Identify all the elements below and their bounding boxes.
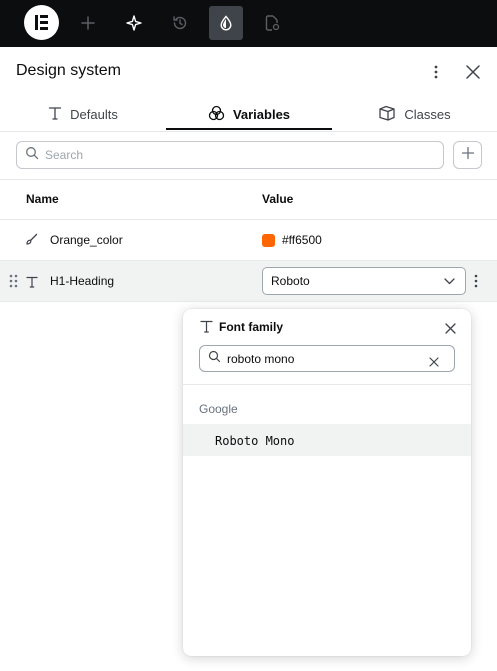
page-settings-icon[interactable] [255, 6, 289, 40]
elementor-logo-icon[interactable] [24, 5, 59, 40]
tab-label: Classes [404, 107, 451, 122]
search-icon [208, 350, 221, 368]
table-header: Name Value [0, 179, 497, 220]
table-row[interactable]: H1-Heading Roboto [0, 261, 497, 302]
chevron-down-icon [444, 272, 455, 290]
column-header-name: Name [26, 192, 59, 206]
brush-icon [25, 233, 38, 251]
font-option-label: Roboto Mono [215, 434, 295, 448]
table-row[interactable]: Orange_color #ff6500 [0, 220, 497, 261]
row-more-options-icon[interactable] [474, 274, 478, 293]
classes-cube-icon [378, 105, 396, 124]
variable-name: Orange_color [50, 233, 123, 247]
font-group-label: Google [199, 402, 238, 416]
tab-label: Defaults [70, 107, 118, 122]
panel-title: Design system [16, 62, 121, 79]
close-icon[interactable] [461, 60, 485, 84]
search-icon [25, 146, 39, 165]
ai-sparkle-icon[interactable] [117, 6, 151, 40]
font-family-popover: Font family roboto mono Google Roboto Mo… [183, 309, 471, 656]
typography-icon [48, 106, 62, 123]
clear-search-icon[interactable] [429, 354, 439, 372]
typography-icon [26, 275, 38, 293]
top-toolbar [0, 0, 497, 47]
column-header-value: Value [262, 192, 294, 206]
variable-name: H1-Heading [50, 274, 115, 288]
drag-handle-icon[interactable] [9, 274, 18, 293]
search-input[interactable]: Search [16, 141, 444, 169]
font-option-roboto-mono[interactable]: Roboto Mono [183, 424, 471, 456]
font-family-select-value: Roboto [271, 274, 310, 288]
tab-variables[interactable]: Variables [166, 98, 332, 131]
popover-title: Font family [219, 320, 284, 334]
typography-icon [200, 320, 213, 338]
history-icon[interactable] [163, 6, 197, 40]
divider [183, 384, 471, 385]
tab-classes[interactable]: Classes [332, 98, 497, 131]
color-swatch[interactable] [262, 234, 275, 247]
active-tab-indicator [166, 128, 332, 130]
tab-defaults[interactable]: Defaults [0, 98, 166, 131]
font-search-input[interactable]: roboto mono [199, 345, 455, 372]
add-variable-button[interactable] [453, 141, 482, 169]
more-options-icon[interactable] [424, 60, 448, 84]
tab-bar: Defaults Variables Classes [0, 98, 497, 132]
add-icon[interactable] [71, 6, 105, 40]
add-icon [461, 146, 475, 165]
variables-circles-icon [208, 105, 225, 124]
font-family-select[interactable]: Roboto [262, 267, 466, 295]
font-search-value: roboto mono [227, 351, 295, 366]
tab-label: Variables [232, 107, 291, 122]
global-styles-drop-icon[interactable] [209, 6, 243, 40]
variable-value: #ff6500 [282, 233, 322, 247]
search-placeholder: Search [45, 148, 84, 162]
close-icon[interactable] [445, 321, 456, 339]
